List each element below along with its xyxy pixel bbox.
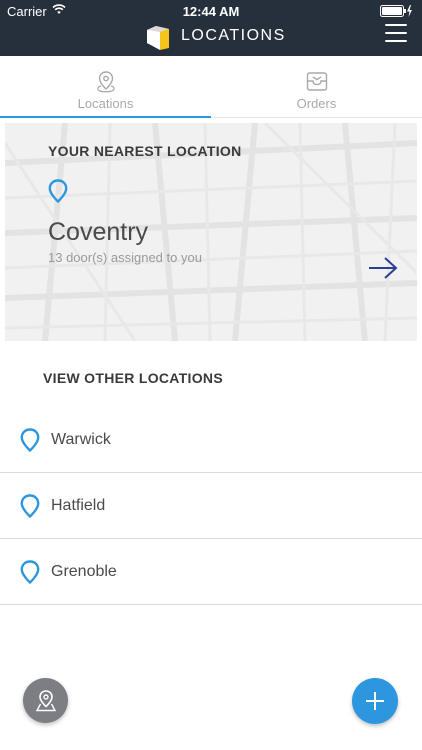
plus-icon [366,692,384,710]
page-title: LOCATIONS [181,27,286,44]
battery-icon [380,5,414,20]
list-item-warwick[interactable]: Warwick [0,407,422,473]
hamburger-line [385,24,407,26]
tab-locations-label: Locations [77,96,134,111]
status-bar: Carrier 12:44 AM [0,0,422,22]
map-view-button[interactable] [23,678,68,723]
app-logo-icon [144,23,172,56]
location-name: Hatfield [51,497,106,514]
nearest-location-name: Coventry [48,218,149,246]
tab-locations[interactable]: Locations [0,56,211,118]
add-button[interactable] [352,678,398,724]
location-name: Warwick [51,431,111,448]
nearest-location-doors: 13 door(s) assigned to you [48,250,202,265]
active-tab-indicator [0,116,211,118]
map-pin-icon [48,179,68,209]
tab-bar: Locations Orders [0,56,422,118]
location-name: Grenoble [51,563,117,580]
location-list: Warwick Hatfield Grenoble [0,407,422,605]
clock: 12:44 AM [182,4,240,19]
list-item-grenoble[interactable]: Grenoble [0,539,422,605]
map-pin-outline-icon [0,70,211,94]
tab-orders-label: Orders [296,96,337,111]
map-marker-icon [35,690,57,712]
inbox-tray-icon [211,70,422,94]
tab-orders[interactable]: Orders [211,56,422,118]
list-item-hatfield[interactable]: Hatfield [0,473,422,539]
map-pin-icon [20,494,40,524]
arrow-right-icon[interactable] [367,255,399,286]
other-locations-heading: VIEW OTHER LOCATIONS [43,370,223,386]
title-bar: LOCATIONS [0,22,422,56]
app-header: Carrier 12:44 AM LOCATIONS [0,0,422,56]
map-pin-icon [20,428,40,458]
map-pin-icon [20,560,40,590]
app-screen: Carrier 12:44 AM LOCATIONS Locations Ord… [0,0,422,750]
menu-button[interactable] [385,22,409,44]
nearest-location-card[interactable]: YOUR NEAREST LOCATION Coventry 13 door(s… [5,123,417,341]
nearest-location-heading: YOUR NEAREST LOCATION [48,143,242,159]
hamburger-line [385,32,407,34]
hamburger-line [385,40,407,42]
